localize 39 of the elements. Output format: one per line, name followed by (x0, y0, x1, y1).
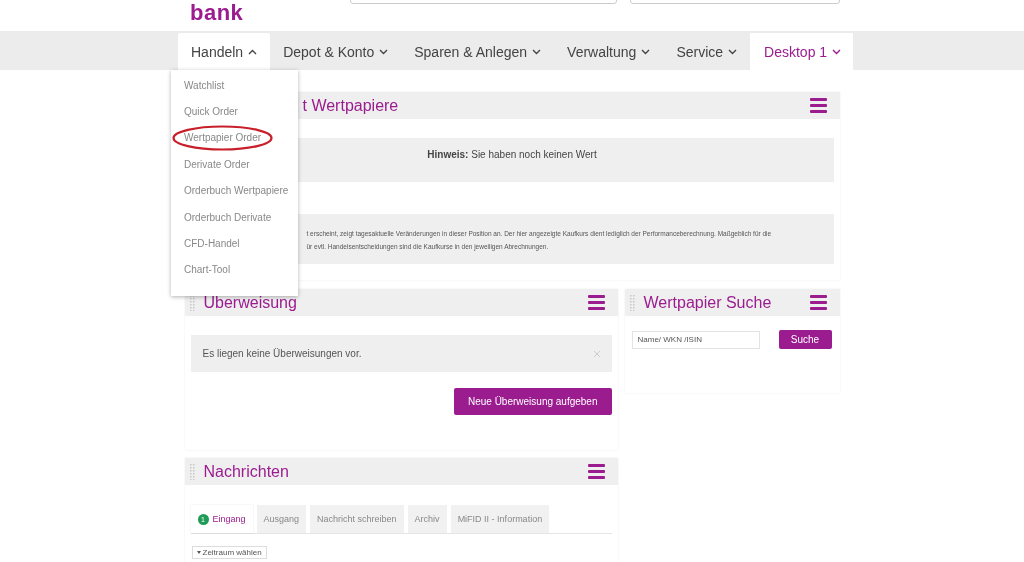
drag-handle-icon[interactable] (629, 294, 635, 311)
menu-item[interactable]: Quick Order (171, 98, 298, 125)
hint-text: Hinweis: Sie haben noch keinen Wert (427, 149, 597, 160)
chevron-icon (832, 48, 842, 55)
message-tab[interactable]: Archiv (407, 505, 447, 533)
message-tab[interactable]: Ausgang (256, 505, 307, 533)
drag-handle-icon[interactable] (189, 294, 195, 311)
desktop-selector[interactable]: Desktop 1 (750, 33, 854, 70)
nav-tab[interactable]: Depot & Konto (270, 33, 402, 70)
search-button[interactable]: Suche (778, 330, 832, 349)
bank-logo: bank (190, 1, 244, 25)
nav-tab[interactable]: Verwaltung (554, 33, 664, 70)
close-icon[interactable] (593, 350, 600, 357)
nav-tab[interactable]: Service (663, 33, 751, 70)
menu-item[interactable]: Orderbuch Derivate (171, 203, 298, 231)
menu-item[interactable]: Chart-Tool (171, 256, 298, 284)
caret-icon (196, 551, 201, 554)
message-tab[interactable]: Nachricht schreiben (310, 505, 404, 533)
nav-tab[interactable]: Sparen & Anlegen (401, 33, 555, 70)
menu-item[interactable]: Watchlist (171, 72, 298, 99)
menu-icon[interactable] (587, 464, 605, 479)
message-tab[interactable]: MiFID II - Information (450, 505, 550, 533)
nav-tab[interactable]: Handeln (178, 33, 271, 70)
menu-item[interactable]: Wertpapier Order (171, 124, 298, 152)
panel-title: Wertpapier Suche (643, 293, 773, 312)
drag-handle-icon[interactable] (189, 463, 195, 480)
menu-item[interactable]: Orderbuch Wertpapiere (171, 177, 298, 204)
menu-icon[interactable] (809, 98, 827, 113)
panel-title: Nachrichten (203, 462, 290, 481)
panel-title: t Wertpapiere (302, 96, 400, 115)
period-button[interactable]: Zeitraum wählen (191, 546, 267, 559)
notice-text: Es liegen keine Überweisungen vor. (202, 348, 363, 359)
menu-item[interactable]: CFD-Handel (171, 230, 298, 257)
panel-title: Überweisung (203, 293, 298, 312)
menu-icon[interactable] (809, 295, 827, 310)
menu-item[interactable]: Derivate Order (171, 151, 298, 178)
new-transfer-button[interactable]: Neue Überweisung aufgeben (453, 388, 612, 415)
menu-icon[interactable] (587, 295, 605, 310)
search-field[interactable]: Name/ WKN /ISIN (631, 330, 760, 349)
